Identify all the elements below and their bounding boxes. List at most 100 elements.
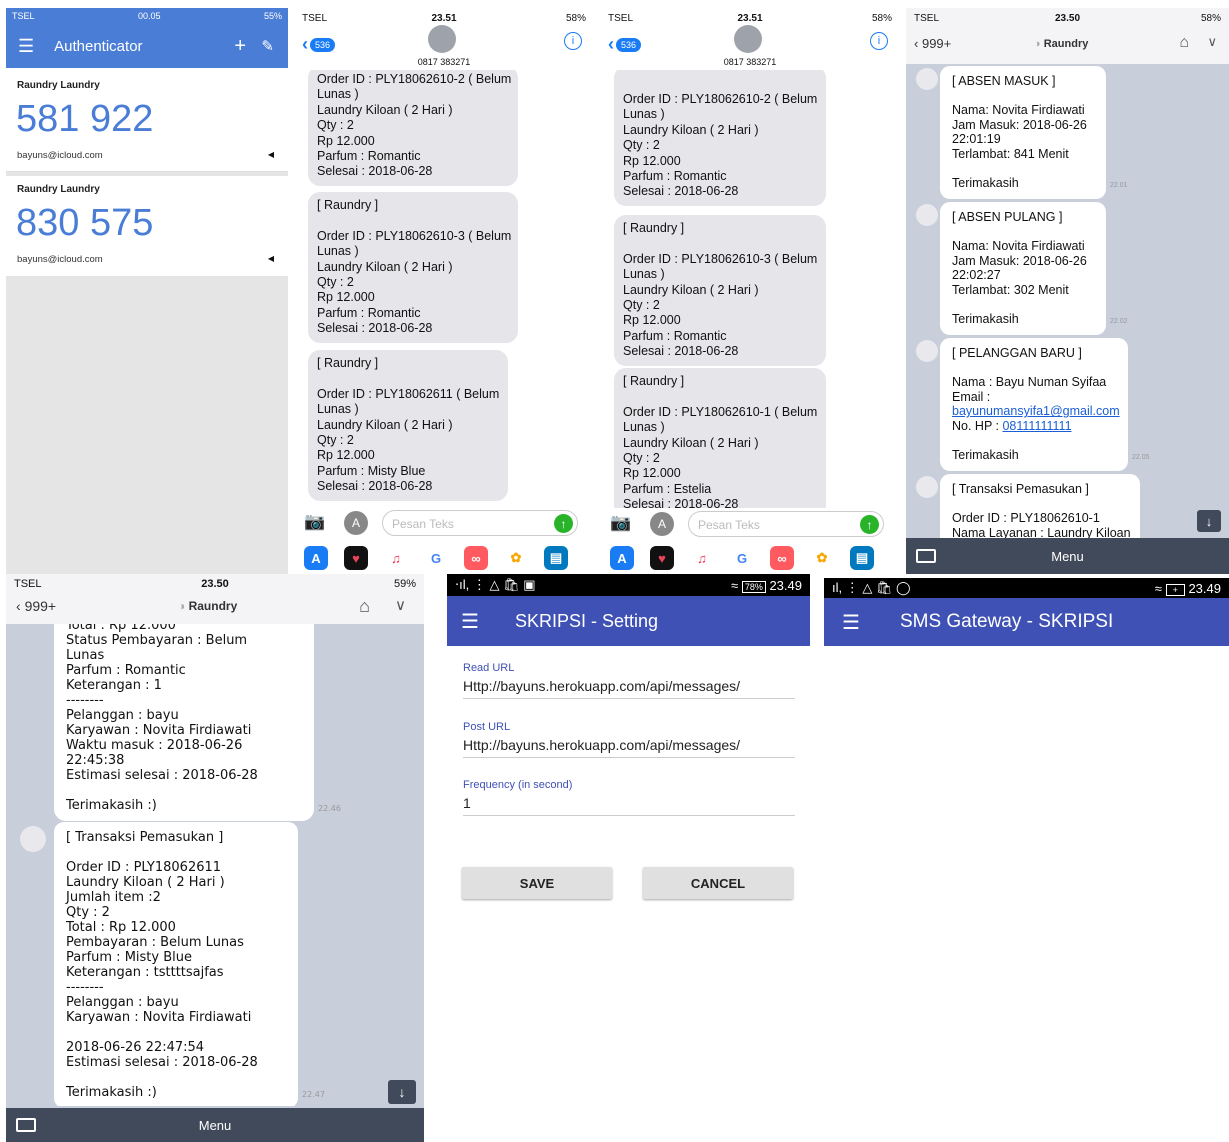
scroll-down-icon[interactable]: ↓ <box>1197 510 1221 532</box>
message-line: 22:45:38 <box>66 753 125 768</box>
expand-arrow-icon[interactable]: ◀ <box>268 150 274 159</box>
hamburger-icon[interactable]: ☰ <box>18 36 34 57</box>
info-icon[interactable]: i <box>870 32 888 50</box>
back-button[interactable]: ‹ 536 <box>302 34 336 55</box>
chevron-down-icon[interactable]: ∨ <box>395 596 406 614</box>
pencil-icon[interactable]: ✎ <box>261 37 274 55</box>
info-icon[interactable]: i <box>564 32 582 50</box>
appstore-icon[interactable]: A <box>304 546 328 570</box>
message-line: Lunas <box>66 648 105 663</box>
unread-badge: 536 <box>310 37 336 52</box>
send-icon[interactable]: ↑ <box>554 514 573 533</box>
app-bar: ☰ SKRIPSI - Setting <box>447 596 810 646</box>
account-card[interactable]: Raundry Laundry 830 575 bayuns@icloud.co… <box>6 176 288 276</box>
appstore-icon[interactable]: A <box>344 511 368 535</box>
message-line: Order ID : PLY18062610-1 <box>952 511 1100 526</box>
appstore-icon[interactable]: A <box>610 546 634 570</box>
account-card[interactable]: Raundry Laundry 581 922 bayuns@icloud.co… <box>6 68 288 172</box>
trello-icon[interactable]: ▤ <box>544 546 568 570</box>
message-line: Email : <box>952 389 991 404</box>
trello-icon[interactable]: ▤ <box>850 546 874 570</box>
contact-avatar[interactable] <box>734 25 762 53</box>
appstore-icon[interactable]: A <box>650 512 674 536</box>
message-line: 22:02:27 <box>952 268 1001 283</box>
message-bubble: [ ABSEN PULANG ] Nama: Novita Firdiawati… <box>940 202 1106 335</box>
clock-label: 23.51 <box>431 12 457 24</box>
home-icon[interactable]: ⌂ <box>1179 34 1189 52</box>
message-line: [ ABSEN MASUK ] <box>952 74 1056 88</box>
chevron-down-icon[interactable]: ∨ <box>1207 34 1217 50</box>
message-line: Terimakasih <box>952 312 1019 327</box>
message-placeholder: Pesan Teks <box>392 517 454 531</box>
google-icon[interactable]: G <box>730 546 754 570</box>
message-line: Total : Rp 12.000 <box>66 920 176 935</box>
message-line: Parfum : Misty Blue <box>66 950 192 965</box>
app-bar: ☰ SMS Gateway - SKRIPSI <box>824 598 1229 646</box>
save-button[interactable]: SAVE <box>462 867 612 899</box>
menu-bar[interactable]: Menu <box>6 1108 424 1142</box>
home-icon[interactable]: ⌂ <box>359 596 370 617</box>
read-url-input[interactable]: Http://bayuns.herokuapp.com/api/messages… <box>463 678 795 699</box>
heart-icon[interactable]: ♥ <box>344 546 368 570</box>
top-bar: TSEL 23.50 59% ‹ 999+ ◑ Raundry ⌂ ∨ <box>6 574 424 624</box>
message-line <box>66 845 286 860</box>
airbnb-icon[interactable]: ∞ <box>770 546 794 570</box>
message-input[interactable]: Pesan Teks ↑ <box>382 510 578 536</box>
camera-icon[interactable]: 📷 <box>610 513 631 533</box>
message-bubble: [ ABSEN MASUK ] Nama: Novita Firdiawati … <box>940 66 1106 199</box>
keyboard-icon[interactable] <box>16 1118 36 1132</box>
heart-icon[interactable]: ♥ <box>650 546 674 570</box>
music-icon[interactable]: ♫ <box>384 546 408 570</box>
music-icon[interactable]: ♫ <box>690 546 714 570</box>
frequency-label: Frequency (in second) <box>463 779 573 791</box>
email-link[interactable]: bayunumansyifa1@gmail.com <box>952 404 1120 418</box>
google-icon[interactable]: G <box>424 546 448 570</box>
airbnb-icon[interactable]: ∞ <box>464 546 488 570</box>
message-bubble: [ Transaksi Pemasukan ] Order ID : PLY18… <box>54 822 298 1106</box>
message-line: Qty : 2 <box>623 451 660 466</box>
chevron-left-icon: ‹ <box>302 34 308 54</box>
message-line: [ Raundry ] <box>317 356 379 370</box>
message-line: Qty : 2 <box>66 905 110 920</box>
message-line: Order ID : PLY18062610-1 ( Belum <box>623 404 818 419</box>
message-line: 22:01:19 <box>952 132 1001 147</box>
expand-arrow-icon[interactable]: ◀ <box>268 254 274 263</box>
message-input[interactable]: Pesan Teks ↑ <box>688 511 884 537</box>
send-icon[interactable]: ↑ <box>860 515 879 534</box>
pinwheel-icon[interactable]: ✿ <box>504 546 528 570</box>
back-button[interactable]: ‹ 536 <box>608 34 642 55</box>
scroll-down-icon[interactable]: ↓ <box>388 1080 416 1104</box>
contact-avatar[interactable] <box>428 25 456 53</box>
contact-number: 0817 383271 <box>417 57 471 67</box>
message-bubble: Order ID : PLY18062610-2 ( Belum Lunas )… <box>308 70 518 186</box>
camera-icon[interactable]: 📷 <box>304 512 325 532</box>
post-url-input[interactable]: Http://bayuns.herokuapp.com/api/messages… <box>463 737 795 758</box>
status-bar: TSEL 00.05 55% <box>6 8 288 24</box>
battery-label: 78% <box>741 580 766 593</box>
message-line: Parfum : Misty Blue <box>317 463 426 478</box>
pinwheel-icon[interactable]: ✿ <box>810 546 834 570</box>
frequency-input[interactable]: 1 <box>463 795 795 816</box>
read-url-label: Read URL <box>463 662 515 674</box>
add-icon[interactable]: + <box>234 35 246 58</box>
phone-link[interactable]: 08111111111 <box>1002 419 1071 433</box>
hamburger-icon[interactable]: ☰ <box>461 609 479 634</box>
message-line: Status Pembayaran : Belum <box>66 633 248 648</box>
back-button[interactable]: ‹ 999+ <box>914 36 951 51</box>
cancel-button[interactable]: CANCEL <box>643 867 793 899</box>
message-placeholder: Pesan Teks <box>698 518 760 532</box>
clock-label: 23.50 <box>201 578 229 590</box>
back-count: 999+ <box>24 598 57 614</box>
issuer-label: Raundry Laundry <box>17 80 100 91</box>
hamburger-icon[interactable]: ☰ <box>842 610 860 635</box>
message-line: Terlambat: 302 Menit <box>952 282 1069 297</box>
message-line <box>317 371 499 386</box>
message-bubble: Total : Rp 12.000 Status Pembayaran : Be… <box>54 624 314 821</box>
message-line: Parfum : Romantic <box>317 305 421 320</box>
message-line: Rp 12.000 <box>623 466 681 481</box>
chevron-left-icon: ‹ <box>16 598 21 614</box>
message-line: Jumlah item :2 <box>66 890 161 905</box>
keyboard-icon[interactable] <box>916 549 936 563</box>
menu-bar[interactable]: Menu <box>906 538 1229 574</box>
back-button[interactable]: ‹ 999+ <box>16 598 56 614</box>
